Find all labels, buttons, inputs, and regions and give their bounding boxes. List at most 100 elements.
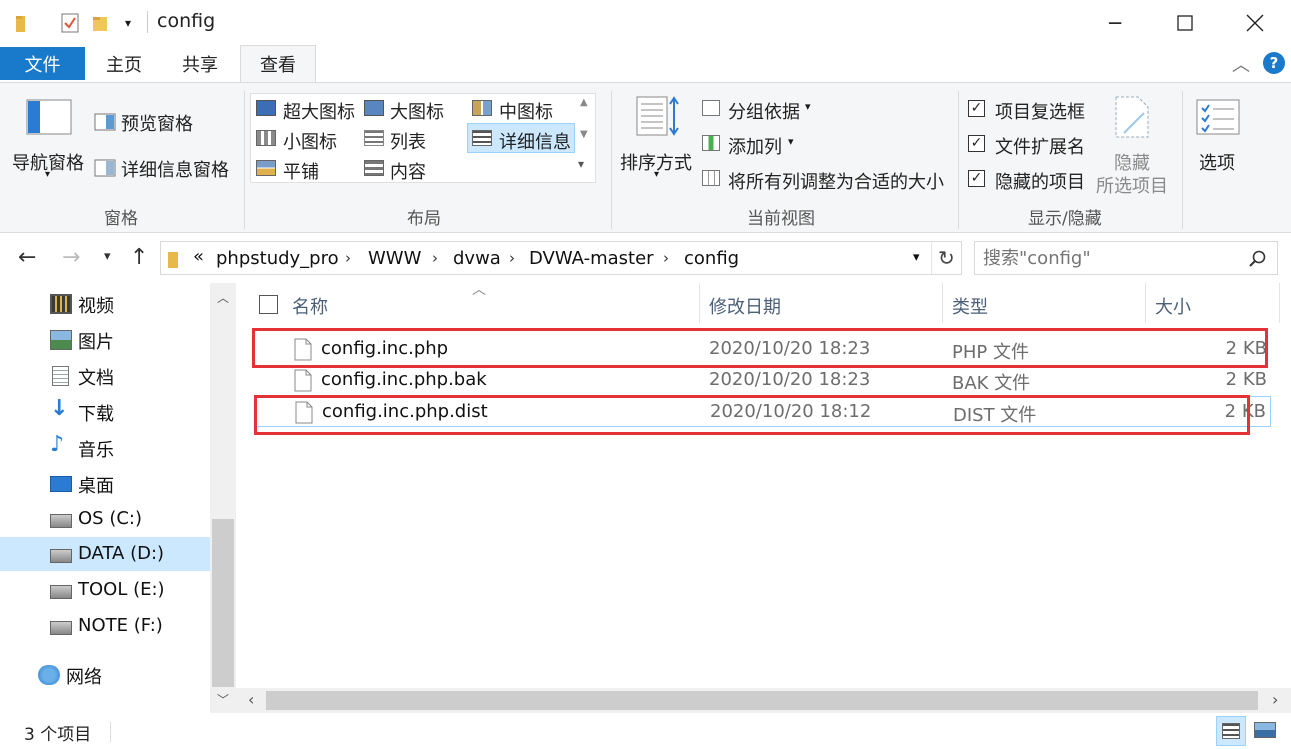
maximize-button[interactable] [1150, 0, 1220, 45]
scrollbar-thumb[interactable] [266, 691, 1258, 710]
layout-item-label: 小图标 [283, 132, 337, 153]
recent-locations-chevron-icon[interactable]: ▾ [104, 249, 111, 264]
nav-item-downloads[interactable]: ↓ 下载 [0, 394, 210, 428]
scroll-right-chevron-icon[interactable]: › [1272, 690, 1278, 709]
file-type: BAK 文件 [952, 373, 1031, 394]
layout-group-label: 布局 [407, 209, 441, 229]
overflow-chevron-icon[interactable]: « [193, 246, 204, 267]
column-divider[interactable] [1145, 283, 1146, 323]
content-icon [364, 160, 384, 176]
minimize-ribbon-chevron-icon[interactable]: ︿ [1232, 51, 1250, 77]
add-columns-label: 添加列 [728, 137, 782, 158]
large-icons-view-button[interactable] [1254, 722, 1276, 738]
file-extensions-checkbox[interactable]: ✓ [968, 135, 985, 152]
breadcrumb-item[interactable]: dvwa [453, 248, 501, 269]
back-arrow-icon[interactable]: ← [18, 245, 36, 270]
details-view-button[interactable] [1216, 716, 1246, 746]
new-folder-icon[interactable] [90, 12, 112, 34]
search-icon[interactable] [1249, 250, 1267, 268]
search-box[interactable] [974, 241, 1278, 275]
group-by-icon [702, 100, 720, 116]
up-arrow-icon[interactable]: ↑ [130, 245, 148, 270]
file-date: 2020/10/20 18:23 [709, 369, 871, 390]
nav-item-drive-d[interactable]: DATA (D:) [0, 537, 210, 571]
breadcrumb-separator-icon[interactable]: › [663, 249, 669, 267]
scrollbar-thumb[interactable] [212, 519, 234, 687]
column-header-date[interactable]: 修改日期 [709, 293, 781, 319]
nav-pane-icon [26, 99, 72, 135]
group-divider [958, 91, 959, 229]
nav-item-drive-c[interactable]: OS (C:) [0, 502, 210, 536]
window-title: config [157, 10, 216, 32]
column-header-type[interactable]: 类型 [952, 293, 988, 319]
layout-details[interactable]: 详细信息 [467, 123, 575, 153]
close-button[interactable] [1220, 0, 1290, 45]
column-divider[interactable] [942, 283, 943, 323]
item-checkboxes-checkbox[interactable]: ✓ [968, 100, 985, 117]
breadcrumb-item[interactable]: phpstudy_pro [216, 248, 339, 269]
file-extensions-label: 文件扩展名 [995, 137, 1085, 158]
address-bar[interactable]: « phpstudy_pro › WWW › dvwa › DVWA-maste… [160, 241, 962, 275]
nav-item-pictures[interactable]: 图片 [0, 322, 210, 356]
status-divider [110, 722, 111, 742]
highlight-box [254, 395, 1250, 435]
folder-icon [168, 252, 178, 268]
nav-item-documents[interactable]: 文档 [0, 358, 210, 392]
layout-scroll-down-icon[interactable]: ▼ [580, 129, 588, 140]
customize-toolbar-chevron-icon[interactable]: ▾ [120, 12, 136, 34]
layout-item-label: 内容 [390, 162, 426, 183]
file-name: config.inc.php.bak [321, 369, 487, 390]
tab-file[interactable]: 文件 [0, 47, 85, 80]
nav-pane-scrollbar[interactable]: ︿ ﹀ [210, 283, 236, 713]
nav-item-videos[interactable]: 视频 [0, 286, 210, 320]
breadcrumb-separator-icon[interactable]: › [345, 249, 351, 267]
horizontal-scrollbar[interactable]: ‹ › [236, 688, 1291, 713]
select-all-checkbox[interactable] [259, 295, 278, 314]
column-divider[interactable] [699, 283, 700, 323]
tab-home[interactable]: 主页 [92, 45, 156, 82]
options-icon [1196, 99, 1240, 135]
panes-group-label: 窗格 [104, 209, 138, 229]
search-input[interactable] [983, 247, 1233, 269]
layout-item-label: 大图标 [390, 102, 444, 123]
tab-view[interactable]: 查看 [240, 45, 316, 83]
scroll-up-chevron-icon[interactable]: ︿ [217, 289, 229, 306]
nav-item-drive-e[interactable]: TOOL (E:) [0, 573, 210, 607]
minimize-icon: ─ [1108, 10, 1122, 35]
column-header-name[interactable]: 名称 [292, 293, 328, 319]
address-dropdown-chevron-icon[interactable]: ▾ [913, 250, 920, 265]
nav-item-label: 音乐 [78, 440, 114, 461]
forward-arrow-icon[interactable]: → [62, 245, 80, 270]
tab-share[interactable]: 共享 [168, 45, 232, 82]
breadcrumb-separator-icon[interactable]: › [432, 249, 438, 267]
column-divider[interactable] [1279, 283, 1280, 323]
address-divider [931, 242, 932, 274]
title-divider [147, 11, 148, 33]
scroll-down-chevron-icon[interactable]: ﹀ [217, 691, 229, 708]
ribbon-view-panel: 导航窗格 ▾ 预览窗格 详细信息窗格 窗格 超大图标 大图标 中图标 小图标 列… [0, 82, 1291, 233]
layout-item-label: 列表 [390, 132, 426, 153]
drive-icon [50, 549, 72, 563]
table-row[interactable]: config.inc.php.bak 2020/10/20 18:23 BAK … [256, 365, 1271, 396]
breadcrumb-item[interactable]: config [684, 248, 739, 269]
drive-icon [50, 585, 72, 599]
nav-item-desktop[interactable]: 桌面 [0, 466, 210, 500]
minimize-button[interactable]: ─ [1080, 0, 1150, 45]
help-icon[interactable]: ? [1263, 52, 1285, 74]
column-header-size[interactable]: 大小 [1155, 293, 1191, 319]
hidden-items-checkbox[interactable]: ✓ [968, 170, 985, 187]
layout-scroll-up-icon[interactable]: ▲ [580, 97, 588, 108]
nav-item-network[interactable]: 网络 [0, 657, 210, 691]
properties-icon[interactable] [58, 12, 82, 34]
breadcrumb-item[interactable]: DVWA-master [529, 248, 654, 269]
sort-by-icon [636, 96, 679, 136]
nav-item-drive-f[interactable]: NOTE (F:) [0, 609, 210, 643]
layout-expand-icon[interactable]: ▾ [578, 157, 584, 171]
refresh-icon[interactable]: ↻ [938, 246, 955, 270]
nav-item-music[interactable]: ♪ 音乐 [0, 430, 210, 464]
preview-pane-icon [94, 113, 116, 131]
music-note-icon: ♪ [50, 432, 65, 457]
scroll-left-chevron-icon[interactable]: ‹ [248, 690, 254, 709]
breadcrumb-item[interactable]: WWW [368, 248, 421, 269]
breadcrumb-separator-icon[interactable]: › [509, 249, 515, 267]
